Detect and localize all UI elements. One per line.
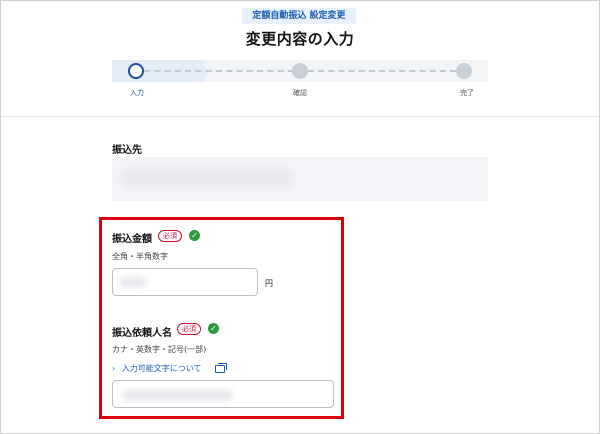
stepper-connector <box>144 70 294 72</box>
help-link-label: 入力可能文字について <box>121 364 202 373</box>
redacted-destination <box>122 169 292 187</box>
step-dot-input <box>128 63 144 79</box>
requester-hint: カナ・英数字・記号(一部) <box>112 345 207 354</box>
required-badge: 必須 <box>158 230 182 242</box>
required-badge: 必須 <box>177 323 201 335</box>
requester-label: 振込依頼人名 <box>112 328 172 339</box>
amount-unit: 円 <box>265 279 273 288</box>
step-label-complete: 完了 <box>460 89 474 97</box>
step-label-input: 入力 <box>130 89 144 97</box>
amount-label: 振込金額 <box>112 234 152 245</box>
step-label-confirm: 確認 <box>293 89 307 97</box>
stepper-connector <box>308 70 456 72</box>
progress-stepper <box>112 60 488 82</box>
service-badge: 定額自動振込 設定変更 <box>242 8 356 24</box>
input-chars-help-link[interactable]: › 入力可能文字について <box>112 363 202 374</box>
check-icon: ✓ <box>208 323 219 334</box>
amount-hint: 全角・半角数字 <box>112 252 168 261</box>
chevron-right-icon: › <box>112 364 116 373</box>
check-icon: ✓ <box>189 230 200 241</box>
step-dot-complete <box>456 63 472 79</box>
destination-label: 振込先 <box>112 145 142 156</box>
requester-name-input[interactable] <box>112 380 334 408</box>
external-link-icon <box>215 363 227 373</box>
page-title: 変更内容の入力 <box>245 30 355 48</box>
step-dot-confirm <box>292 63 308 79</box>
section-divider <box>1 116 599 117</box>
redacted-amount <box>119 276 147 288</box>
amount-input[interactable] <box>112 268 258 296</box>
destination-value-box <box>112 157 488 201</box>
redacted-requester-name <box>123 389 233 401</box>
